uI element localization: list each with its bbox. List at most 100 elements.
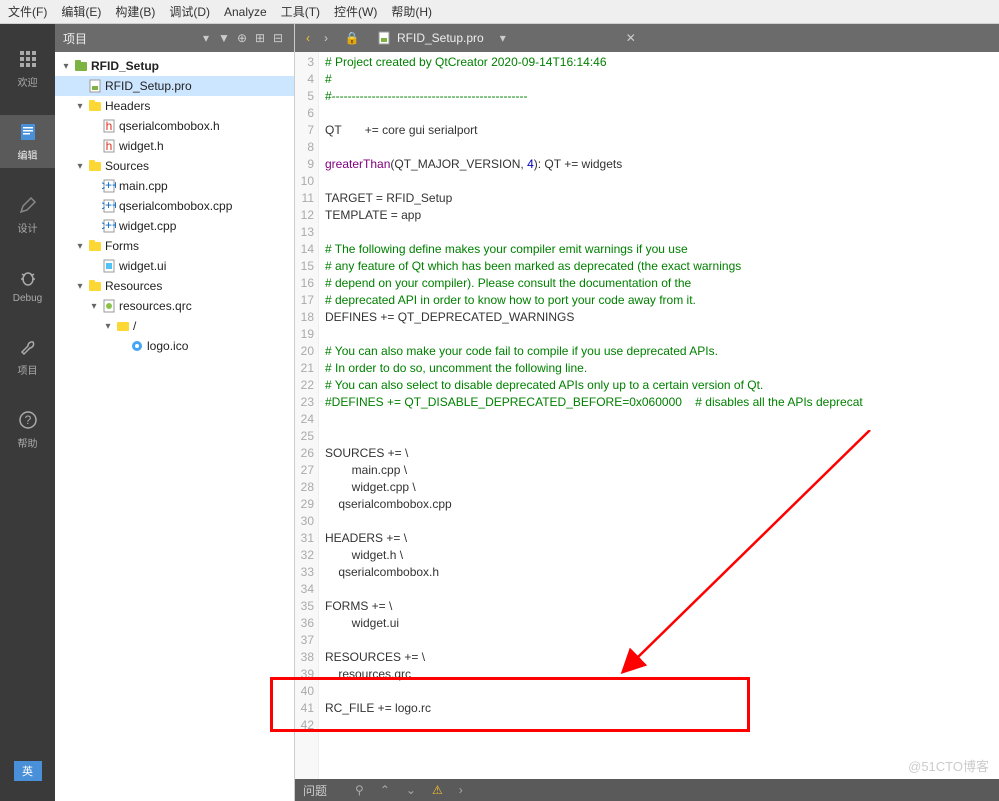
tree-r1[interactable]: ▾resources.qrc — [55, 296, 294, 316]
sidebar-debug[interactable]: Debug — [0, 261, 55, 310]
code-content[interactable]: # Project created by QtCreator 2020-09-1… — [319, 52, 999, 779]
tree-root-label: RFID_Setup — [91, 59, 159, 73]
tree-pro-file[interactable]: RFID_Setup.pro — [55, 76, 294, 96]
folder-icon — [87, 158, 103, 174]
tree-s1[interactable]: c++main.cpp — [55, 176, 294, 196]
ui-file-icon — [101, 258, 117, 274]
tree-h1-label: qserialcombobox.h — [119, 119, 220, 133]
collapse-icon[interactable]: ⊟ — [270, 30, 286, 46]
split-icon[interactable]: ⊞ — [252, 30, 268, 46]
lock-icon[interactable]: 🔒 — [343, 31, 361, 45]
status-more-icon[interactable]: › — [459, 783, 463, 797]
tree-h2[interactable]: h widget.h — [55, 136, 294, 156]
tree-forms-label: Forms — [105, 239, 139, 253]
project-panel: 项目 ▾ ▼ ⊕ ⊞ ⊟ ▾RFID_Setup RFID_Setup.pro … — [55, 24, 295, 801]
pro-file-icon — [377, 31, 391, 45]
project-panel-title: 项目 — [63, 30, 196, 47]
sidebar-edit[interactable]: 编辑 — [0, 115, 55, 168]
status-warning-icon[interactable]: ⚠ — [432, 783, 443, 797]
svg-text:h: h — [106, 139, 113, 153]
link-icon[interactable]: ⊕ — [234, 30, 250, 46]
sidebar-help-label: 帮助 — [18, 435, 38, 450]
editor-tabbar: ‹ › 🔒 RFID_Setup.pro ▾ ✕ — [295, 24, 999, 52]
question-icon: ? — [17, 409, 39, 431]
project-tree: ▾RFID_Setup RFID_Setup.pro ▾Headers hqse… — [55, 52, 294, 801]
status-find-icon[interactable]: ⚲ — [355, 783, 364, 797]
sidebar-edit-label: 编辑 — [18, 147, 38, 162]
status-bar: 问题 ⚲ ⌃ ⌄ ⚠ › — [295, 779, 999, 801]
watermark: @51CTO博客 — [908, 756, 989, 775]
dropdown-icon[interactable]: ▾ — [198, 30, 214, 46]
bug-icon — [17, 267, 39, 289]
tree-h2-label: widget.h — [119, 139, 164, 153]
menu-bar: 文件(F) 编辑(E) 构建(B) 调试(D) Analyze 工具(T) 控件… — [0, 0, 999, 24]
filter-icon[interactable]: ▼ — [216, 30, 232, 46]
sidebar-design[interactable]: 设计 — [0, 188, 55, 241]
h-file-icon: h — [101, 138, 117, 154]
tree-s2-label: qserialcombobox.cpp — [119, 199, 232, 213]
project-panel-header: 项目 ▾ ▼ ⊕ ⊞ ⊟ — [55, 24, 294, 52]
nav-fwd-icon[interactable]: › — [317, 31, 335, 45]
sidebar-design-label: 设计 — [18, 220, 38, 235]
folder-icon — [87, 98, 103, 114]
pro-file-icon — [87, 78, 103, 94]
menu-widgets[interactable]: 控件(W) — [334, 3, 377, 20]
menu-tools[interactable]: 工具(T) — [281, 3, 320, 20]
tree-headers[interactable]: ▾Headers — [55, 96, 294, 116]
sidebar-debug-label: Debug — [13, 293, 42, 304]
cpp-file-icon: c++ — [101, 178, 117, 194]
folder-icon — [87, 238, 103, 254]
status-issues[interactable]: 问题 — [303, 782, 327, 799]
tree-f1[interactable]: widget.ui — [55, 256, 294, 276]
menu-build[interactable]: 构建(B) — [115, 3, 155, 20]
status-up-icon[interactable]: ⌃ — [380, 783, 390, 797]
tree-s2[interactable]: c++qserialcombobox.cpp — [55, 196, 294, 216]
tree-s3[interactable]: c++widget.cpp — [55, 216, 294, 236]
tree-sources[interactable]: ▾Sources — [55, 156, 294, 176]
grid-icon — [17, 48, 39, 70]
wrench-icon — [17, 336, 39, 358]
tree-r3[interactable]: logo.ico — [55, 336, 294, 356]
project-icon — [73, 58, 89, 74]
left-sidebar: 欢迎 编辑 设计 Debug 项目 ? 帮助 英 — [0, 24, 55, 801]
tree-f1-label: widget.ui — [119, 259, 166, 273]
editor-tab-label: RFID_Setup.pro — [397, 31, 484, 45]
tree-r2[interactable]: ▾/ — [55, 316, 294, 336]
tree-r3-label: logo.ico — [147, 339, 188, 353]
tree-resources[interactable]: ▾Resources — [55, 276, 294, 296]
sidebar-welcome[interactable]: 欢迎 — [0, 42, 55, 95]
ico-file-icon — [129, 338, 145, 354]
menu-file[interactable]: 文件(F) — [8, 3, 47, 20]
menu-help[interactable]: 帮助(H) — [391, 3, 432, 20]
cpp-file-icon: c++ — [101, 218, 117, 234]
tree-r2-label: / — [133, 319, 136, 333]
document-icon — [17, 121, 39, 143]
tree-pro-label: RFID_Setup.pro — [105, 79, 192, 93]
sidebar-project-label: 项目 — [18, 362, 38, 377]
sidebar-project[interactable]: 项目 — [0, 330, 55, 383]
tab-close-icon[interactable]: ✕ — [626, 31, 636, 45]
pencil-icon — [17, 194, 39, 216]
status-down-icon[interactable]: ⌄ — [406, 783, 416, 797]
folder-icon — [115, 318, 131, 334]
menu-debug[interactable]: 调试(D) — [169, 3, 210, 20]
tab-dropdown-icon[interactable]: ▾ — [500, 31, 506, 45]
svg-text:h: h — [106, 119, 113, 133]
tree-h1[interactable]: h qserialcombobox.h — [55, 116, 294, 136]
menu-edit[interactable]: 编辑(E) — [61, 3, 101, 20]
sidebar-help[interactable]: ? 帮助 — [0, 403, 55, 456]
menu-analyze[interactable]: Analyze — [224, 5, 267, 19]
editor-tab[interactable]: RFID_Setup.pro — [369, 31, 492, 45]
tree-forms[interactable]: ▾Forms — [55, 236, 294, 256]
svg-text:?: ? — [24, 413, 31, 427]
nav-back-icon[interactable]: ‹ — [299, 31, 317, 45]
svg-text:c++: c++ — [102, 179, 116, 192]
h-file-icon: h — [101, 118, 117, 134]
editor-area: ‹ › 🔒 RFID_Setup.pro ▾ ✕ 345678910111213… — [295, 24, 999, 801]
tree-headers-label: Headers — [105, 99, 150, 113]
tree-r1-label: resources.qrc — [119, 299, 192, 313]
tree-resources-label: Resources — [105, 279, 162, 293]
language-indicator[interactable]: 英 — [14, 761, 42, 781]
code-editor[interactable]: 3456789101112131415161718192021222324252… — [295, 52, 999, 779]
tree-root[interactable]: ▾RFID_Setup — [55, 56, 294, 76]
